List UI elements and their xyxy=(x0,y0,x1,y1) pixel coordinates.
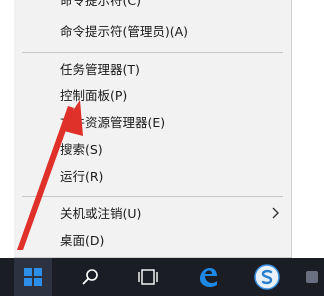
menu-item-command-prompt-admin[interactable]: 命令提示符(管理员)(A) xyxy=(60,24,188,40)
start-button[interactable] xyxy=(14,258,52,296)
desktop-right-edge xyxy=(294,0,324,260)
search-icon xyxy=(82,269,98,285)
menu-item-shutdown-signout[interactable]: 关机或注销(U) xyxy=(60,206,141,222)
menu-item-run[interactable]: 运行(R) xyxy=(60,169,103,185)
menu-item-command-prompt[interactable]: 命令提示符(C) xyxy=(60,0,141,9)
windows-start-icon xyxy=(24,268,42,286)
task-view-button[interactable] xyxy=(131,258,165,296)
edge-browser-button[interactable] xyxy=(191,258,225,296)
menu-separator xyxy=(22,196,283,197)
app-icon xyxy=(306,271,318,283)
sogou-browser-button[interactable] xyxy=(250,258,284,296)
task-view-icon xyxy=(138,269,158,285)
sogou-icon xyxy=(254,264,280,290)
taskbar xyxy=(0,258,324,296)
desktop-left-edge xyxy=(0,0,14,260)
menu-item-search[interactable]: 搜索(S) xyxy=(60,142,103,158)
chevron-right-icon xyxy=(272,207,279,219)
menu-item-control-panel[interactable]: 控制面板(P) xyxy=(60,88,127,104)
menu-item-task-manager[interactable]: 任务管理器(T) xyxy=(60,62,140,78)
taskbar-overflow[interactable] xyxy=(300,258,324,296)
menu-item-file-explorer[interactable]: 文件资源管理器(E) xyxy=(60,115,165,131)
winx-context-menu: 命令提示符(C) 命令提示符(管理员)(A) 任务管理器(T) 控制面板(P) … xyxy=(14,0,292,258)
edge-icon xyxy=(200,268,217,287)
taskbar-search-button[interactable] xyxy=(74,258,106,296)
menu-separator xyxy=(22,52,283,53)
menu-item-desktop[interactable]: 桌面(D) xyxy=(60,233,104,249)
